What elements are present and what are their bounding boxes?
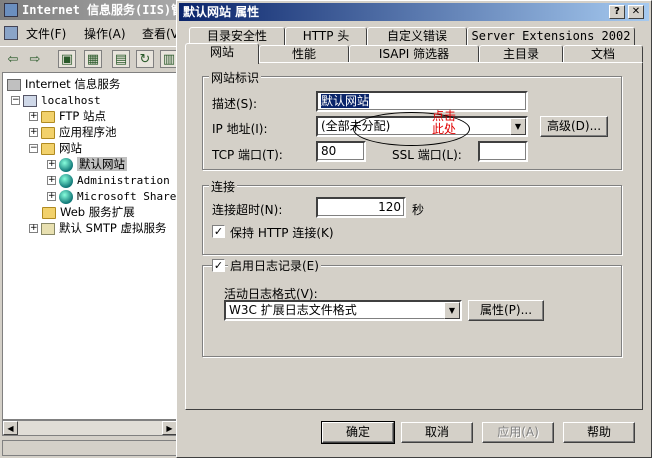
ip-address-select[interactable]: (全部未分配) ▼ [316,116,528,137]
ok-button[interactable]: 确定 [321,421,395,444]
ssl-port-input[interactable] [478,141,528,162]
dialog-title-bar: 默认网站 属性 ? ✕ [179,3,649,21]
mmc-menu-icon[interactable] [4,26,18,40]
description-input[interactable]: 默认网站 [316,91,528,112]
tab-home-directory[interactable]: 主目录 [479,45,563,63]
timeout-label: 连接超时(N): [212,203,283,217]
expand-icon[interactable]: + [47,176,56,185]
show-tree-icon[interactable]: ▦ [84,50,102,68]
tab-custom-errors[interactable]: 自定义错误 [367,27,467,45]
apply-button[interactable]: 应用(A) [482,422,554,443]
dialog-title: 默认网站 属性 [183,5,260,19]
tree-node-administration[interactable]: + Administration [47,172,170,188]
timeout-input[interactable]: 120 [316,197,406,218]
globe-icon [59,173,73,188]
tree-view: Internet 信息服务 − localhost + FTP 站点 + 应用程序池 … [2,72,178,420]
connection-group-label: 连接 [209,178,238,195]
tree-node-default-site[interactable]: + 默认网站 [47,156,127,172]
keepalive-label[interactable]: 保持 HTTP 连接(K) [230,224,334,241]
forward-arrow-icon[interactable]: ⇨ [26,50,44,68]
computer-icon [23,94,37,107]
cancel-button[interactable]: 取消 [401,422,473,443]
tab-documents[interactable]: 文档 [563,45,643,63]
iis-icon [7,78,21,91]
refresh-icon[interactable]: ↻ [136,50,154,68]
log-properties-button[interactable]: 属性(P)... [468,300,544,321]
scroll-right-icon[interactable]: ▶ [162,421,177,435]
properties-dialog: 默认网站 属性 ? ✕ 目录安全性 HTTP 头 自定义错误 Server Ex… [176,0,652,458]
enable-logging-label[interactable]: 启用日志记录(E) [228,257,321,274]
website-tab-panel: 网站标识 描述(S): 默认网站 IP 地址(I): (全部未分配) ▼ 高级(… [185,62,643,410]
menu-action[interactable]: 操作(A) [84,25,126,42]
collapse-icon[interactable]: − [29,144,38,153]
advanced-button[interactable]: 高级(D)... [540,116,608,137]
mmc-status-bar [2,440,178,456]
tree-node-websites[interactable]: − 网站 [29,140,82,156]
expand-icon[interactable]: + [47,160,56,169]
log-format-select[interactable]: W3C 扩展日志文件格式 ▼ [224,300,462,321]
connection-group: 连接 [202,178,622,255]
folder-icon [41,126,55,139]
back-arrow-icon[interactable]: ⇦ [4,50,22,68]
tcp-port-input[interactable]: 80 [316,141,366,162]
up-folder-icon[interactable]: ▣ [58,50,76,68]
folder-icon [42,206,56,219]
properties-icon[interactable]: ▤ [112,50,130,68]
collapse-icon[interactable]: − [11,96,20,105]
expand-icon[interactable]: + [29,112,38,121]
tab-performance[interactable]: 性能 [259,45,349,63]
tree-node-ftp[interactable]: + FTP 站点 [29,108,106,124]
tree-node-app-pools[interactable]: + 应用程序池 [29,124,117,140]
folder-icon [41,110,55,123]
expand-icon[interactable]: + [47,192,56,201]
mmc-toolbar: ⇦ ⇨ ▣ ▦ ▤ ↻ ▥ [0,46,180,70]
tree-node-localhost[interactable]: − localhost [11,92,101,108]
identity-group-label: 网站标识 [209,69,262,86]
globe-icon [59,157,73,172]
menu-file[interactable]: 文件(F) [26,25,66,42]
tree-node-web-extensions[interactable]: Web 服务扩展 [42,204,135,220]
help-button[interactable]: 帮助 [563,422,635,443]
keepalive-checkbox[interactable]: ✓ [212,225,225,238]
dropdown-arrow-icon[interactable]: ▼ [510,118,526,135]
annotation-text: 点击此处 [432,109,457,136]
tree-node-microsoft-share[interactable]: + Microsoft Share [47,188,176,204]
dropdown-arrow-icon[interactable]: ▼ [444,302,460,319]
ip-address-label: IP 地址(I): [212,122,268,136]
mmc-title-bar: Internet 信息服务(IIS)管 [0,0,180,20]
folder-open-icon [41,142,55,155]
globe-icon [59,189,73,204]
timeout-unit: 秒 [412,203,425,217]
tree-node-smtp[interactable]: + 默认 SMTP 虚拟服务 [29,220,167,236]
mmc-title: Internet 信息服务(IIS)管 [22,3,180,17]
description-label: 描述(S): [212,97,258,111]
help-question-icon[interactable]: ? [609,5,625,19]
smtp-icon [41,222,55,235]
tab-server-extensions[interactable]: Server Extensions 2002 [467,27,635,45]
tcp-port-label: TCP 端口(T): [212,148,283,162]
scroll-left-icon[interactable]: ◀ [3,421,18,435]
tab-isapi-filters[interactable]: ISAPI 筛选器 [349,45,479,63]
ssl-port-label: SSL 端口(L): [392,148,462,162]
mmc-menu-bar: 文件(F) 操作(A) 查看(V) [0,22,184,44]
expand-icon[interactable]: + [29,224,38,233]
iis-app-icon [4,3,18,17]
tab-website[interactable]: 网站 [185,43,259,64]
tab-http-headers[interactable]: HTTP 头 [285,27,367,45]
expand-icon[interactable]: + [29,128,38,137]
tree-node-iis[interactable]: Internet 信息服务 [7,76,120,92]
enable-logging-checkbox[interactable]: ✓ [212,259,225,272]
close-icon[interactable]: ✕ [628,5,644,19]
tree-horizontal-scrollbar[interactable]: ◀ ▶ [2,420,178,436]
